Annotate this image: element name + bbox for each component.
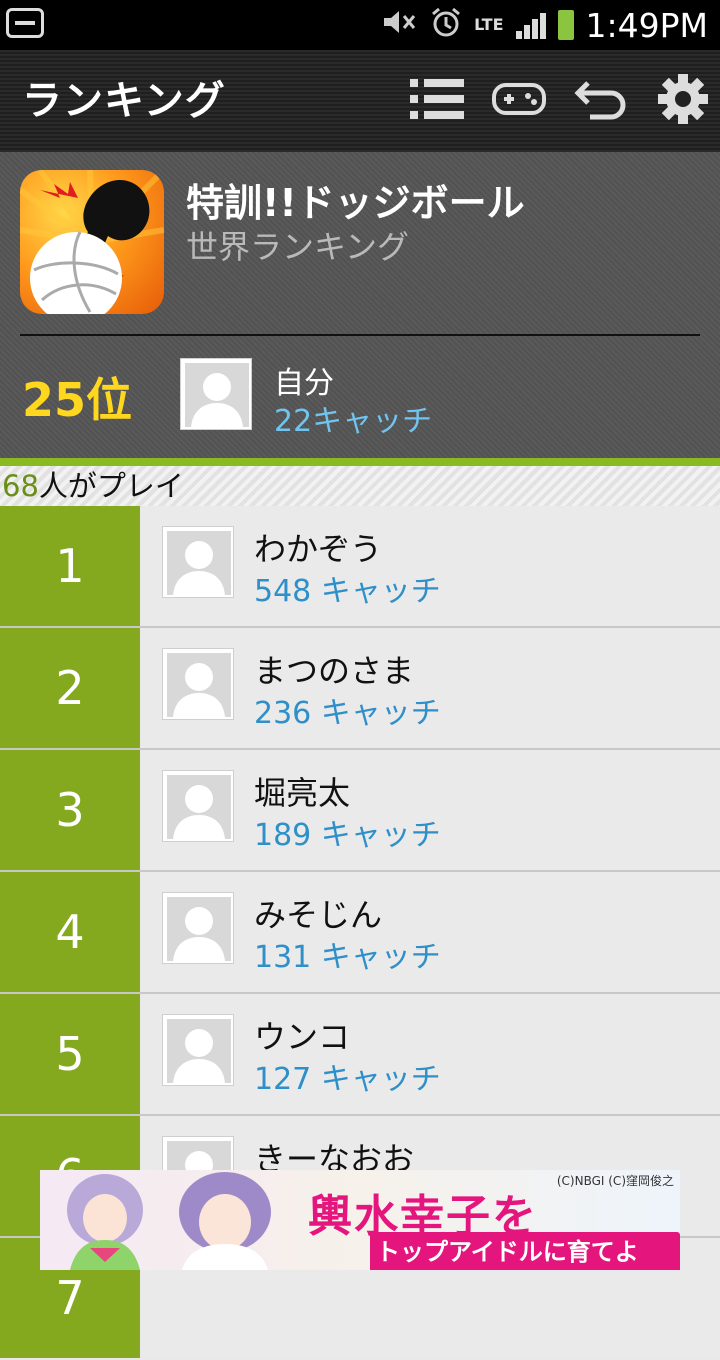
ranking-row[interactable]: 3 堀亮太 189 キャッチ (0, 750, 720, 872)
player-name: ウンコ (254, 1018, 351, 1056)
settings-icon[interactable] (656, 72, 710, 126)
network-type: LTE (474, 15, 504, 34)
player-score: 236 キャッチ (254, 696, 441, 731)
clock: 1:49PM (585, 5, 708, 45)
player-score: 189 キャッチ (254, 818, 441, 853)
player-name: まつのさま (254, 652, 415, 690)
ad-character-image (50, 1170, 160, 1270)
rank-number: 3 (0, 750, 140, 870)
players-label: 人がプレイ (38, 469, 184, 503)
rank-number: 5 (0, 994, 140, 1114)
screen-title: ランキング (22, 78, 226, 124)
action-bar: ランキング (0, 50, 720, 152)
player-name: みそじん (254, 896, 383, 934)
notification-icon (6, 8, 44, 38)
signal-icon (515, 11, 546, 39)
players-count: 68 (2, 469, 39, 503)
players-count-bar: 68人がプレイ (0, 466, 720, 506)
list-icon[interactable] (410, 72, 464, 126)
player-name: わかぞう (254, 530, 383, 568)
ranking-row[interactable]: 1 わかぞう 548 キャッチ (0, 506, 720, 628)
player-score: 127 キャッチ (254, 1062, 441, 1097)
alarm-icon (430, 6, 462, 44)
player-name: 堀亮太 (254, 774, 351, 812)
player-score: 131 キャッチ (254, 940, 441, 975)
my-score: 22キャッチ (274, 404, 433, 439)
game-header: 特訓!!ドッジボール 世界ランキング 25位 自分 22キャッチ (0, 152, 720, 458)
game-app-icon (20, 170, 164, 314)
ad-character-image (160, 1170, 271, 1270)
gamepad-icon[interactable] (492, 72, 546, 126)
rank-number: 1 (0, 506, 140, 626)
accent-line (0, 458, 720, 466)
player-avatar (162, 770, 234, 842)
my-rank: 25位 (22, 373, 133, 427)
ad-subtitle: トップアイドルに育てよう！ (370, 1232, 680, 1270)
rank-number: 2 (0, 628, 140, 748)
status-bar: LTE 1:49PM (0, 0, 720, 50)
back-icon[interactable] (574, 72, 628, 126)
ranking-row[interactable]: 5 ウンコ 127 キャッチ (0, 994, 720, 1116)
my-avatar (180, 358, 252, 430)
battery-icon (557, 10, 574, 40)
ranking-row[interactable]: 4 みそじん 131 キャッチ (0, 872, 720, 994)
rank-number: 4 (0, 872, 140, 992)
player-avatar (162, 1014, 234, 1086)
player-avatar (162, 648, 234, 720)
ad-banner[interactable]: (C)NBGI (C)窪岡俊之 輿水幸子を トップアイドルに育てよう！ (40, 1170, 680, 1270)
ranking-row[interactable]: 2 まつのさま 236 キャッチ (0, 628, 720, 750)
game-title: 特訓!!ドッジボール (186, 181, 525, 225)
ad-credit: (C)NBGI (C)窪岡俊之 (556, 1174, 674, 1188)
divider (20, 334, 700, 336)
player-score: 548 キャッチ (254, 574, 441, 609)
player-avatar (162, 892, 234, 964)
player-avatar (162, 526, 234, 598)
game-subtitle: 世界ランキング (186, 228, 410, 266)
mute-icon (382, 9, 418, 41)
